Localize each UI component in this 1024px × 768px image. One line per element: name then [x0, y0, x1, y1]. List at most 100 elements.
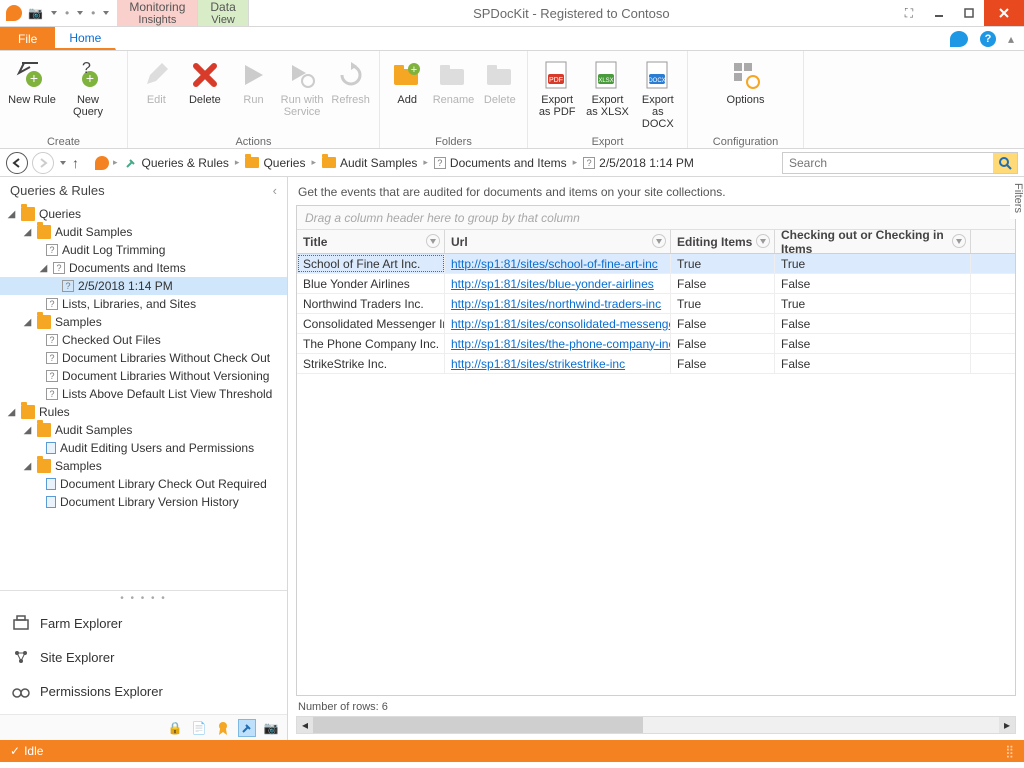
- content-area: Filters Get the events that are audited …: [288, 177, 1024, 740]
- tree-rules[interactable]: ◢Rules: [0, 403, 287, 421]
- filter-icon[interactable]: [952, 234, 966, 248]
- sidebar-splitter[interactable]: • • • • •: [0, 591, 287, 606]
- cell-editing: False: [671, 314, 775, 333]
- app-logo-icon: [6, 5, 22, 21]
- url-link[interactable]: http://sp1:81/sites/strikestrike-inc: [451, 357, 625, 371]
- nav-permissions-explorer[interactable]: Permissions Explorer: [0, 674, 287, 708]
- gavel-icon: [124, 156, 138, 170]
- tree-rules-audit[interactable]: ◢Audit Samples: [0, 421, 287, 439]
- tree-view[interactable]: ◢Queries ◢Audit Samples ?Audit Log Trimm…: [0, 203, 287, 591]
- breadcrumb-home-icon[interactable]: [95, 156, 109, 170]
- fullscreen-icon[interactable]: ⛶: [894, 0, 924, 26]
- file-tab[interactable]: File: [0, 27, 55, 50]
- filter-icon[interactable]: [652, 234, 666, 248]
- sidebar-bottom-bar: 🔒 📄 📷: [0, 714, 287, 740]
- options-button[interactable]: Options: [718, 55, 774, 122]
- filter-icon[interactable]: [756, 234, 770, 248]
- close-button[interactable]: [984, 0, 1024, 26]
- home-tab[interactable]: Home: [55, 27, 116, 50]
- tree-checked-out[interactable]: ?Checked Out Files: [0, 331, 287, 349]
- tree-audit-editing[interactable]: Audit Editing Users and Permissions: [0, 439, 287, 457]
- table-row[interactable]: Blue Yonder Airlineshttp://sp1:81/sites/…: [297, 274, 1015, 294]
- filters-tab[interactable]: Filters: [1010, 177, 1024, 219]
- tree-queries[interactable]: ◢Queries: [0, 205, 287, 223]
- collapse-ribbon-icon[interactable]: ▴: [1008, 32, 1014, 46]
- mini-badge-icon[interactable]: [215, 720, 231, 736]
- col-url[interactable]: Url: [445, 230, 671, 253]
- tree-rules-samples[interactable]: ◢Samples: [0, 457, 287, 475]
- breadcrumb-item-1[interactable]: Audit Samples: [320, 156, 419, 170]
- export-pdf-button[interactable]: PDF Export as PDF: [532, 55, 582, 122]
- new-query-button[interactable]: +? New Query: [60, 55, 116, 122]
- tree-samples[interactable]: ◢Samples: [0, 313, 287, 331]
- tree-above-threshold[interactable]: ?Lists Above Default List View Threshold: [0, 385, 287, 403]
- qat-dropdown-2[interactable]: •: [91, 6, 95, 20]
- maximize-button[interactable]: [954, 0, 984, 26]
- search-box[interactable]: [782, 152, 1018, 174]
- svg-text:+: +: [30, 70, 38, 86]
- tree-audit-log-trimming[interactable]: ?Audit Log Trimming: [0, 241, 287, 259]
- cell-title: Northwind Traders Inc.: [297, 294, 445, 313]
- filter-icon[interactable]: [426, 234, 440, 248]
- new-rule-button[interactable]: + New Rule: [4, 55, 60, 122]
- feedback-icon[interactable]: [950, 31, 968, 47]
- url-link[interactable]: http://sp1:81/sites/the-phone-company-in…: [451, 337, 671, 351]
- breadcrumb-item-2[interactable]: ?Documents and Items: [432, 156, 569, 170]
- mini-lock-icon[interactable]: 🔒: [167, 720, 183, 736]
- qat-dropdown-1[interactable]: •: [65, 6, 69, 20]
- url-link[interactable]: http://sp1:81/sites/school-of-fine-art-i…: [451, 257, 658, 271]
- col-title[interactable]: Title: [297, 230, 445, 253]
- table-row[interactable]: School of Fine Art Inc.http://sp1:81/sit…: [297, 254, 1015, 274]
- export-xlsx-button[interactable]: XLSX Export as XLSX: [582, 55, 632, 122]
- mini-gavel-icon[interactable]: [239, 720, 255, 736]
- cell-checking: False: [775, 334, 971, 353]
- mini-camera-icon[interactable]: 📷: [263, 720, 279, 736]
- url-link[interactable]: http://sp1:81/sites/northwind-traders-in…: [451, 297, 661, 311]
- tree-lib-checkout-req[interactable]: Document Library Check Out Required: [0, 475, 287, 493]
- mini-doc-icon[interactable]: 📄: [191, 720, 207, 736]
- help-icon[interactable]: ?: [980, 31, 996, 47]
- folder-icon: [322, 157, 336, 168]
- table-row[interactable]: The Phone Company Inc. http://sp1:81/site…: [297, 334, 1015, 354]
- table-row[interactable]: Consolidated Messenger Inc.http://sp1:81…: [297, 314, 1015, 334]
- scroll-left-icon[interactable]: ◂: [297, 717, 313, 733]
- add-folder-button[interactable]: + Add: [384, 55, 430, 122]
- header-tab-monitoring[interactable]: MonitoringInsights: [117, 0, 198, 26]
- tree-audit-samples[interactable]: ◢Audit Samples: [0, 223, 287, 241]
- url-link[interactable]: http://sp1:81/sites/blue-yonder-airlines: [451, 277, 654, 291]
- breadcrumb-root[interactable]: Queries & Rules: [122, 156, 231, 170]
- run-button: Run: [229, 55, 278, 122]
- table-row[interactable]: StrikeStrike Inc.http://sp1:81/sites/str…: [297, 354, 1015, 374]
- tree-without-checkout[interactable]: ?Document Libraries Without Check Out: [0, 349, 287, 367]
- breadcrumb-item-3[interactable]: ?2/5/2018 1:14 PM: [581, 156, 696, 170]
- search-go-button[interactable]: [993, 153, 1017, 173]
- collapse-sidebar-icon[interactable]: ‹: [273, 183, 277, 198]
- delete-folder-button: Delete: [477, 55, 523, 122]
- search-input[interactable]: [783, 153, 993, 173]
- delete-button[interactable]: Delete: [181, 55, 230, 122]
- nav-farm-explorer[interactable]: Farm Explorer: [0, 606, 287, 640]
- minimize-button[interactable]: [924, 0, 954, 26]
- nav-up-button[interactable]: ↑: [72, 155, 79, 171]
- col-checking[interactable]: Checking out or Checking in Items: [775, 230, 971, 253]
- tree-documents-items[interactable]: ◢?Documents and Items: [0, 259, 287, 277]
- horizontal-scrollbar[interactable]: ◂ ▸: [296, 716, 1016, 734]
- col-editing[interactable]: Editing Items: [671, 230, 775, 253]
- nav-back-button[interactable]: [6, 152, 28, 174]
- breadcrumb-item-0[interactable]: Queries: [243, 156, 307, 170]
- scroll-right-icon[interactable]: ▸: [999, 717, 1015, 733]
- camera-icon[interactable]: 📷: [28, 6, 43, 20]
- group-by-drop-area[interactable]: Drag a column header here to group by th…: [297, 206, 1015, 230]
- tree-without-versioning[interactable]: ?Document Libraries Without Versioning: [0, 367, 287, 385]
- resize-grip-icon[interactable]: ⣿: [1005, 744, 1014, 758]
- export-docx-button[interactable]: DOCX Export as DOCX: [633, 55, 683, 134]
- header-tab-data[interactable]: DataView: [198, 0, 248, 26]
- rename-folder-button: Rename: [430, 55, 476, 122]
- table-row[interactable]: Northwind Traders Inc. http://sp1:81/site…: [297, 294, 1015, 314]
- tree-lib-version-hist[interactable]: Document Library Version History: [0, 493, 287, 511]
- cell-title: The Phone Company Inc.: [297, 334, 445, 353]
- nav-site-explorer[interactable]: Site Explorer: [0, 640, 287, 674]
- url-link[interactable]: http://sp1:81/sites/consolidated-messeng…: [451, 317, 671, 331]
- tree-documents-items-run[interactable]: ?2/5/2018 1:14 PM: [0, 277, 287, 295]
- tree-lists-libs-sites[interactable]: ?Lists, Libraries, and Sites: [0, 295, 287, 313]
